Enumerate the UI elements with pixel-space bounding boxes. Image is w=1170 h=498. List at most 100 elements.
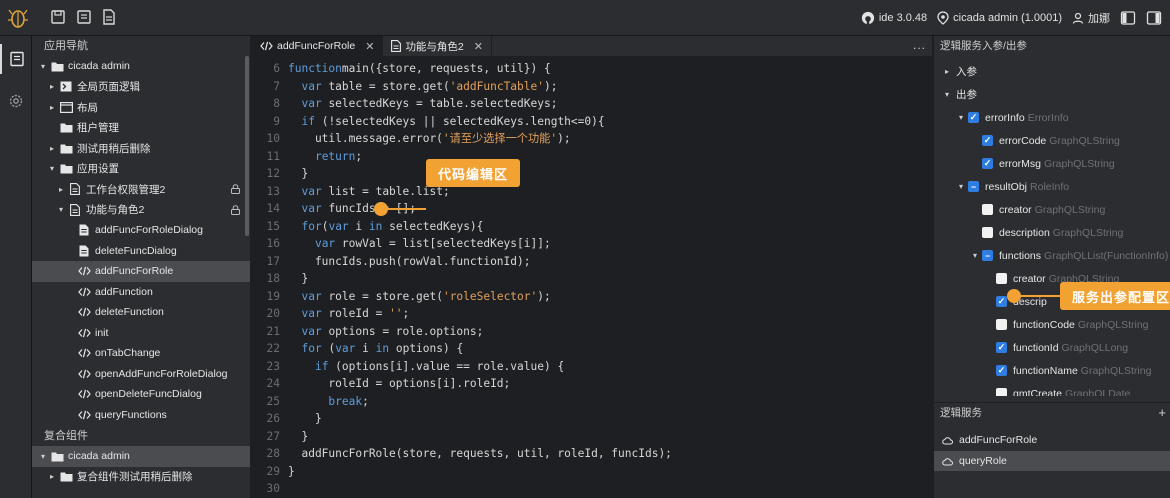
tree-item[interactable]: addFunction <box>32 282 250 303</box>
tree-item[interactable]: deleteFunction <box>32 302 250 323</box>
tree-item[interactable]: ▸ 布局 <box>32 97 250 118</box>
add-service-button[interactable]: + <box>1158 403 1166 423</box>
user-menu[interactable]: 加娜 <box>1072 10 1110 26</box>
tree-item[interactable]: ▾ cicada admin <box>32 56 250 77</box>
code-line[interactable]: 29} <box>252 463 932 481</box>
close-icon[interactable]: ✕ <box>365 40 374 53</box>
code-line[interactable]: 23 if (options[i].value == role.value) { <box>252 358 932 376</box>
tree-item[interactable]: deleteFuncDialog <box>32 241 250 262</box>
chevron-right-icon[interactable]: ▸ <box>47 472 57 481</box>
tree-item[interactable]: addFuncForRole <box>32 261 250 282</box>
chevron-down-icon[interactable]: ▾ <box>956 182 966 191</box>
param-item[interactable]: ✓ functionName GraphQLString <box>934 359 1170 382</box>
editor-tab[interactable]: 功能与角色2 ✕ <box>383 36 492 56</box>
code-content[interactable]: 6 functionmain({store, requests, util}) {… <box>252 60 932 498</box>
param-item[interactable]: functionCode GraphQLString <box>934 313 1170 336</box>
document-list-icon[interactable] <box>76 9 92 25</box>
tree-item[interactable]: addFuncForRoleDialog <box>32 220 250 241</box>
file-text-icon[interactable] <box>101 9 117 25</box>
code-line[interactable]: 21 var options = role.options; <box>252 323 932 341</box>
tree-item[interactable]: ▸ 复合组件测试用稍后删除 <box>32 467 250 488</box>
chevron-down-icon[interactable]: ▾ <box>38 62 48 71</box>
github-version[interactable]: ide 3.0.48 <box>861 11 927 25</box>
code-line[interactable]: 7 var table = store.get('addFuncTable'); <box>252 78 932 96</box>
param-item[interactable]: ✓ errorMsg GraphQLString <box>934 152 1170 175</box>
chevron-down-icon[interactable]: ▾ <box>956 113 966 122</box>
param-checkbox[interactable]: − <box>982 250 993 261</box>
code-line[interactable]: 17 funcIds.push(rowVal.functionId); <box>252 253 932 271</box>
explorer-button[interactable] <box>0 44 32 74</box>
param-checkbox[interactable]: − <box>968 181 979 192</box>
chevron-right-icon[interactable]: ▸ <box>56 185 66 194</box>
tree-item[interactable]: ▾ 功能与角色2 <box>32 200 250 221</box>
param-item[interactable]: gmtCreate GraphQLDate <box>934 382 1170 396</box>
save-icon[interactable] <box>50 9 66 25</box>
code-line[interactable]: 16 var rowVal = list[selectedKeys[i]]; <box>252 235 932 253</box>
close-icon[interactable]: ✕ <box>474 40 483 53</box>
code-line[interactable]: 12 } <box>252 165 932 183</box>
code-line[interactable]: 9 if (!selectedKeys || selectedKeys.leng… <box>252 113 932 131</box>
more-tabs-button[interactable]: ... <box>913 38 926 52</box>
code-line[interactable]: 28 addFuncForRole(store, requests, util,… <box>252 445 932 463</box>
code-line[interactable]: 10 util.message.error('请至少选择一个功能'); <box>252 130 932 148</box>
code-line[interactable]: 18 } <box>252 270 932 288</box>
param-checkbox[interactable]: ✓ <box>982 135 993 146</box>
toggle-left-panel-icon[interactable] <box>1120 10 1136 26</box>
chevron-right-icon[interactable]: ▸ <box>942 67 952 76</box>
code-line[interactable]: 19 var role = store.get('roleSelector'); <box>252 288 932 306</box>
service-item[interactable]: addFuncForRole <box>934 430 1170 450</box>
tree-item[interactable]: ▸ 全局页面逻辑 <box>32 77 250 98</box>
settings-button[interactable] <box>0 86 32 116</box>
code-line[interactable]: 24 roleId = options[i].roleId; <box>252 375 932 393</box>
cicada-logo-icon[interactable] <box>6 6 30 30</box>
param-item[interactable]: ✓ errorCode GraphQLString <box>934 129 1170 152</box>
tree-item[interactable]: ▾ 应用设置 <box>32 159 250 180</box>
param-item[interactable]: ▾ − functions GraphQLList(FunctionInfo) <box>934 244 1170 267</box>
param-checkbox[interactable]: ✓ <box>982 158 993 169</box>
param-item[interactable]: ✓ functionId GraphQLLong <box>934 336 1170 359</box>
code-line[interactable]: 27 } <box>252 428 932 446</box>
code-line[interactable]: 15 for(var i in selectedKeys){ <box>252 218 932 236</box>
param-checkbox[interactable]: ✓ <box>968 112 979 123</box>
param-checkbox[interactable]: ✓ <box>996 296 1007 307</box>
param-checkbox[interactable]: ✓ <box>996 365 1007 376</box>
toggle-right-panel-icon[interactable] <box>1146 10 1162 26</box>
param-item[interactable]: description GraphQLString <box>934 221 1170 244</box>
code-line[interactable]: 20 var roleId = ''; <box>252 305 932 323</box>
chevron-down-icon[interactable]: ▾ <box>56 205 66 214</box>
app-location[interactable]: cicada admin (1.0001) <box>937 11 1062 25</box>
code-line[interactable]: 6 functionmain({store, requests, util}) { <box>252 60 932 78</box>
param-checkbox[interactable] <box>982 204 993 215</box>
code-line[interactable]: 22 for (var i in options) { <box>252 340 932 358</box>
sidebar-scrollbar[interactable] <box>245 56 249 236</box>
tree-item[interactable]: ▸ 测试用稍后删除 <box>32 138 250 159</box>
param-checkbox[interactable] <box>996 273 1007 284</box>
chevron-down-icon[interactable]: ▾ <box>970 251 980 260</box>
chevron-right-icon[interactable]: ▸ <box>47 144 57 153</box>
code-line[interactable]: 8 var selectedKeys = table.selectedKeys; <box>252 95 932 113</box>
code-line[interactable]: 25 break; <box>252 393 932 411</box>
param-checkbox[interactable] <box>996 388 1007 396</box>
tree-item[interactable]: init <box>32 323 250 344</box>
param-checkbox[interactable]: ✓ <box>996 342 1007 353</box>
code-line[interactable]: 11 return; <box>252 148 932 166</box>
code-line[interactable]: 14 var funcIds = []; <box>252 200 932 218</box>
param-item[interactable]: ▾ 出参 <box>934 83 1170 106</box>
code-line[interactable]: 30 <box>252 480 932 498</box>
editor-tab[interactable]: addFuncForRole ✕ <box>252 36 384 56</box>
tree-item[interactable]: ▸ 工作台权限管理2 <box>32 179 250 200</box>
param-item[interactable]: ▾ ✓ errorInfo ErrorInfo <box>934 106 1170 129</box>
tree-item[interactable]: ▾ cicada admin <box>32 446 250 467</box>
chevron-right-icon[interactable]: ▸ <box>47 82 57 91</box>
param-checkbox[interactable] <box>996 319 1007 330</box>
tree-item[interactable]: openAddFuncForRoleDialog <box>32 364 250 385</box>
chevron-down-icon[interactable]: ▾ <box>47 164 57 173</box>
tree-item[interactable]: queryFunctions <box>32 405 250 426</box>
param-checkbox[interactable] <box>982 227 993 238</box>
tree-item[interactable]: 租户管理 <box>32 118 250 139</box>
chevron-down-icon[interactable]: ▾ <box>38 452 48 461</box>
chevron-down-icon[interactable]: ▾ <box>942 90 952 99</box>
code-line[interactable]: 13 var list = table.list; <box>252 183 932 201</box>
code-line[interactable]: 26 } <box>252 410 932 428</box>
tree-item[interactable]: onTabChange <box>32 343 250 364</box>
